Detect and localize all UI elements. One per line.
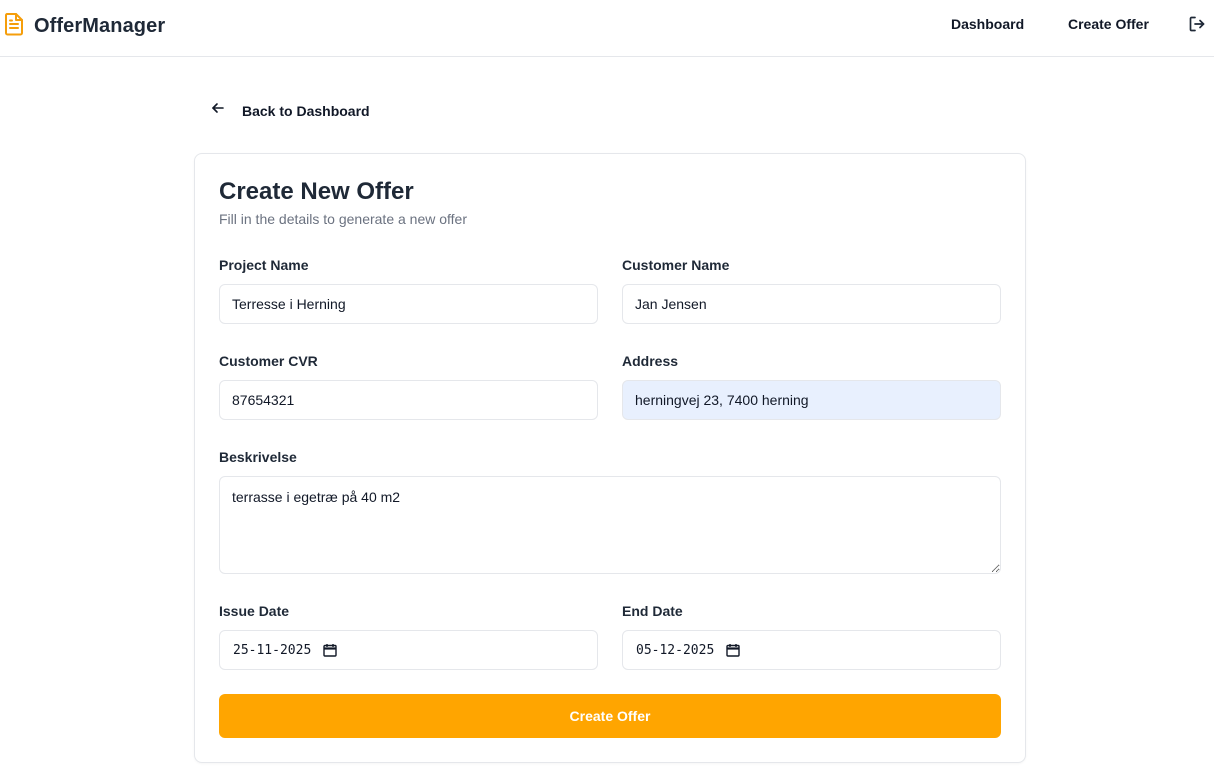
customer-cvr-input[interactable] bbox=[219, 380, 598, 420]
nav-dashboard-link[interactable]: Dashboard bbox=[951, 16, 1024, 32]
back-label: Back to Dashboard bbox=[242, 102, 370, 119]
end-date-value: 05-12-2025 bbox=[636, 642, 715, 658]
issue-date-value: 25-11-2025 bbox=[233, 642, 312, 658]
app-name: OfferManager bbox=[34, 15, 166, 37]
description-label: Beskrivelse bbox=[219, 449, 297, 465]
customer-cvr-label: Customer CVR bbox=[219, 353, 318, 369]
create-offer-card: Create New Offer Fill in the details to … bbox=[194, 153, 1026, 763]
top-navbar: OfferManager Dashboard Create Offer bbox=[0, 0, 1214, 57]
page-title: Create New Offer bbox=[219, 178, 414, 205]
address-label: Address bbox=[622, 353, 679, 369]
brand[interactable]: OfferManager bbox=[4, 12, 165, 41]
project-name-label: Project Name bbox=[219, 257, 309, 273]
arrow-left-icon bbox=[210, 100, 226, 121]
back-to-dashboard-link[interactable]: Back to Dashboard bbox=[210, 100, 370, 121]
customer-name-label: Customer Name bbox=[622, 257, 730, 273]
address-input[interactable] bbox=[622, 380, 1001, 420]
create-offer-button[interactable]: Create Offer bbox=[219, 694, 1001, 738]
project-name-input[interactable] bbox=[219, 284, 598, 324]
end-date-input[interactable]: 05-12-2025 bbox=[622, 630, 1001, 670]
issue-date-label: Issue Date bbox=[219, 603, 290, 619]
end-date-label: End Date bbox=[622, 603, 683, 619]
logout-icon[interactable] bbox=[1188, 15, 1206, 33]
page-subtitle: Fill in the details to generate a new of… bbox=[219, 211, 468, 227]
document-logo-icon bbox=[4, 12, 24, 41]
calendar-icon[interactable] bbox=[726, 643, 740, 657]
description-textarea[interactable]: terrasse i egetræ på 40 m2 bbox=[219, 476, 1001, 574]
customer-name-input[interactable] bbox=[622, 284, 1001, 324]
calendar-icon[interactable] bbox=[323, 643, 337, 657]
issue-date-input[interactable]: 25-11-2025 bbox=[219, 630, 598, 670]
nav-create-offer-link[interactable]: Create Offer bbox=[1068, 16, 1149, 32]
